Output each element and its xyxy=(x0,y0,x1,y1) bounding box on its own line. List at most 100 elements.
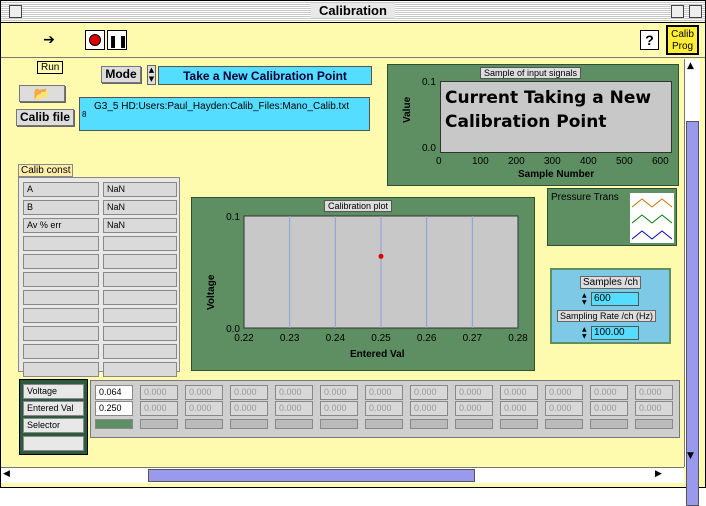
bottom-grid-cell[interactable]: 0.000 xyxy=(635,385,673,400)
calib-const-value-cell xyxy=(103,362,177,377)
input-signals-plot-area: Current Taking a New Calibration Point xyxy=(440,81,672,153)
calib-const-value-cell xyxy=(103,254,177,269)
mode-label: Mode xyxy=(101,66,141,83)
open-folder-button[interactable]: 📂 xyxy=(19,85,65,102)
input-signals-overlay-text: Current Taking a New Calibration Point xyxy=(445,88,652,132)
bottom-grid-cell[interactable]: 0.000 xyxy=(185,401,223,416)
collapse-box[interactable] xyxy=(689,5,702,18)
calib-prog-button[interactable]: Calib Prog xyxy=(666,25,699,55)
sampling-rate-stepper[interactable]: ▲ ▼ xyxy=(582,326,590,340)
bottom-grid-selector[interactable] xyxy=(545,419,583,429)
calib-const-name-cell xyxy=(23,254,99,269)
input-ylabel: Value xyxy=(402,96,413,123)
pause-button[interactable]: ❚❚ xyxy=(107,30,128,50)
calib-const-value-cell xyxy=(103,326,177,341)
bottom-grid-selector[interactable] xyxy=(95,419,133,429)
calib-const-name-cell: Av % err xyxy=(23,218,99,233)
input-signals-title: Sample of input signals xyxy=(480,67,582,79)
input-xtick: 100 xyxy=(472,156,489,167)
calib-xtick: 0.27 xyxy=(463,333,483,344)
bottom-grid-selector[interactable] xyxy=(590,419,628,429)
title-bar: Calibration xyxy=(1,1,705,23)
calib-const-value-cell xyxy=(103,344,177,359)
bottom-grid-selector[interactable] xyxy=(140,419,178,429)
calib-file-path-text: G3_5 HD:Users:Paul_Hayden:Calib_Files:Ma… xyxy=(94,101,350,112)
bottom-grid-cell[interactable]: 0.000 xyxy=(455,401,493,416)
stop-icon xyxy=(89,34,101,46)
bottom-grid-selector[interactable] xyxy=(275,419,313,429)
calib-xtick: 0.23 xyxy=(280,333,300,344)
bottom-grid-cell[interactable]: 0.000 xyxy=(410,385,448,400)
bottom-grid-cell[interactable]: 0.000 xyxy=(230,401,268,416)
calib-const-title: Calib const xyxy=(18,164,74,177)
scroll-up-arrow-icon[interactable]: ▲ xyxy=(687,61,694,71)
sampling-rate-input[interactable]: 100.00 xyxy=(591,326,639,340)
bottom-grid-cell[interactable]: 0.000 xyxy=(275,401,313,416)
bottom-grid-cell[interactable]: 0.000 xyxy=(230,385,268,400)
mode-stepper[interactable]: ▲ ▼ xyxy=(147,65,156,85)
calib-data-point xyxy=(378,253,384,259)
horizontal-scrollbar[interactable]: ◀ ▶ xyxy=(1,467,684,483)
pressure-trans-legend xyxy=(630,193,674,243)
scroll-right-arrow-icon[interactable]: ▶ xyxy=(655,469,662,479)
input-xlabel: Sample Number xyxy=(518,169,595,180)
bottom-grid-cell[interactable]: 0.000 xyxy=(185,385,223,400)
help-button[interactable]: ? xyxy=(640,30,659,50)
bottom-grid-selector[interactable] xyxy=(185,419,223,429)
zoom-box[interactable] xyxy=(671,5,684,18)
scroll-left-arrow-icon[interactable]: ◀ xyxy=(3,469,10,479)
row-label-selector: Selector xyxy=(23,418,84,433)
samples-input[interactable]: 600 xyxy=(591,292,639,306)
samples-stepper[interactable]: ▲ ▼ xyxy=(582,292,590,306)
calib-xlabel: Entered Val xyxy=(350,349,405,360)
calib-ytick: 0.0 xyxy=(226,324,240,335)
bottom-grid-cell[interactable]: 0.000 xyxy=(320,401,358,416)
bottom-grid-cell[interactable]: 0.000 xyxy=(410,401,448,416)
run-tooltip: Run xyxy=(37,61,64,74)
calib-const-value-cell: NaN xyxy=(103,218,177,233)
bottom-grid-cell[interactable]: 0.000 xyxy=(320,385,358,400)
calib-file-path[interactable]: 8 G3_5 HD:Users:Paul_Hayden:Calib_Files:… xyxy=(79,97,370,131)
sampling-panel: Samples /ch ▲ ▼ 600 Sampling Rate /ch (Hz… xyxy=(550,268,671,344)
bottom-grid-cell[interactable]: 0.000 xyxy=(140,401,178,416)
sampling-rate-label: Sampling Rate /ch (Hz) xyxy=(557,310,657,322)
bottom-grid-cell[interactable]: 0.000 xyxy=(365,385,403,400)
mode-select[interactable]: Take a New Calibration Point xyxy=(158,66,372,85)
bottom-grid-cell[interactable]: 0.000 xyxy=(500,401,538,416)
horizontal-scroll-thumb[interactable] xyxy=(148,469,475,482)
bottom-grid-cell[interactable]: 0.000 xyxy=(545,385,583,400)
bottom-grid-selector[interactable] xyxy=(455,419,493,429)
bottom-grid-cell[interactable]: 0.000 xyxy=(140,385,178,400)
bottom-grid-selector[interactable] xyxy=(635,419,673,429)
bottom-grid-cell[interactable]: 0.000 xyxy=(365,401,403,416)
input-xtick: 600 xyxy=(652,156,669,167)
bottom-grid-selector[interactable] xyxy=(410,419,448,429)
stop-button[interactable] xyxy=(85,30,105,50)
bottom-grid-cell[interactable]: 0.000 xyxy=(635,401,673,416)
bottom-grid-selector[interactable] xyxy=(320,419,358,429)
row-label-voltage: Voltage xyxy=(23,384,84,399)
calib-xtick: 0.25 xyxy=(371,333,391,344)
bottom-grid-cell[interactable]: 0.000 xyxy=(500,385,538,400)
bottom-grid-cell[interactable]: 0.250 xyxy=(95,401,133,416)
folder-icon: 📂 xyxy=(33,86,51,101)
bottom-grid-cell[interactable]: 0.000 xyxy=(590,401,628,416)
input-xtick: 200 xyxy=(508,156,525,167)
bottom-grid-cell[interactable]: 0.000 xyxy=(545,401,583,416)
input-xtick: 400 xyxy=(580,156,597,167)
calib-const-name-cell xyxy=(23,290,99,305)
vertical-scrollbar[interactable]: ▲ ▼ xyxy=(684,59,700,506)
scroll-down-arrow-icon[interactable]: ▼ xyxy=(687,451,694,461)
vertical-scroll-thumb[interactable] xyxy=(686,121,699,506)
run-arrow-icon[interactable]: ➔ xyxy=(39,30,59,50)
bottom-grid-cell[interactable]: 0.000 xyxy=(275,385,313,400)
bottom-grid-selector[interactable] xyxy=(500,419,538,429)
close-box[interactable] xyxy=(9,5,22,18)
bottom-grid-selector[interactable] xyxy=(365,419,403,429)
bottom-grid-cell[interactable]: 0.000 xyxy=(455,385,493,400)
samples-label: Samples /ch xyxy=(580,276,642,289)
calib-const-name-cell xyxy=(23,272,99,287)
bottom-grid-cell[interactable]: 0.064 xyxy=(95,385,133,400)
bottom-grid-selector[interactable] xyxy=(230,419,268,429)
bottom-grid-cell[interactable]: 0.000 xyxy=(590,385,628,400)
